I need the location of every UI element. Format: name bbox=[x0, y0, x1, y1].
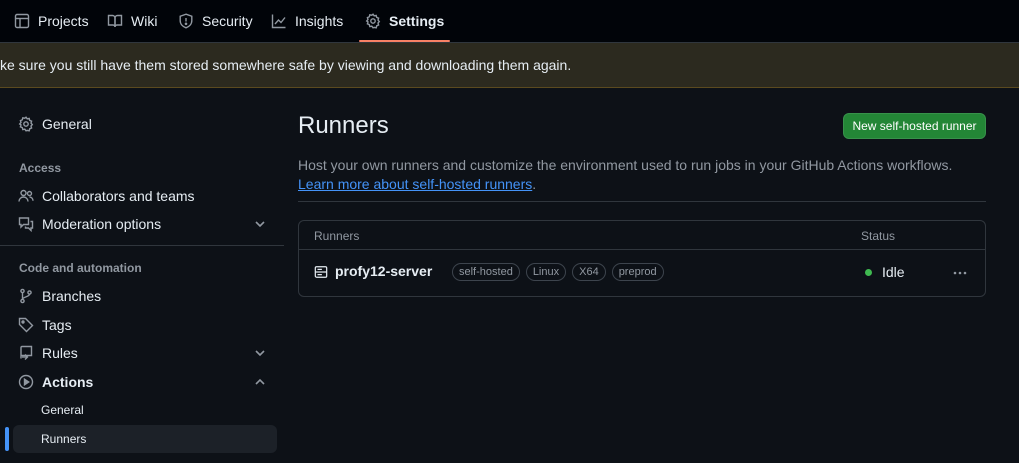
people-icon bbox=[18, 189, 34, 202]
tab-insights[interactable]: Insights bbox=[271, 0, 343, 42]
shield-icon bbox=[179, 13, 193, 29]
server-icon bbox=[314, 266, 328, 278]
runner-label: Linux bbox=[525, 263, 567, 281]
sidebar-item-branches-label: Branches bbox=[42, 288, 102, 304]
gear-icon bbox=[365, 13, 381, 29]
warning-banner: ke sure you still have them stored somew… bbox=[0, 43, 1019, 88]
tab-security[interactable]: Security bbox=[178, 0, 253, 42]
repo-push-icon bbox=[20, 345, 33, 360]
column-header-runners: Runners bbox=[314, 229, 360, 243]
section-divider bbox=[298, 201, 986, 202]
learn-more-link[interactable]: Learn more about self-hosted runners bbox=[298, 176, 532, 192]
tab-security-label: Security bbox=[202, 13, 253, 29]
page-description: Host your own runners and customize the … bbox=[298, 156, 986, 194]
tab-settings[interactable]: Settings bbox=[358, 0, 451, 42]
sidebar-item-general-label: General bbox=[42, 116, 92, 132]
settings-sidebar: General Access Collaborators and teams M… bbox=[0, 88, 284, 463]
tab-insights-label: Insights bbox=[295, 13, 344, 29]
sidebar-subitem-actions-runners-label: Runners bbox=[41, 432, 87, 446]
tab-wiki[interactable]: Wiki bbox=[107, 0, 157, 42]
repo-nav: Projects Wiki Security Insights Settings bbox=[0, 0, 1019, 43]
sidebar-item-actions-label: Actions bbox=[42, 374, 94, 390]
sidebar-item-moderation[interactable]: Moderation options bbox=[18, 210, 276, 238]
sidebar-item-collaborators[interactable]: Collaborators and teams bbox=[18, 182, 276, 210]
sidebar-item-tags[interactable]: Tags bbox=[18, 311, 276, 339]
sidebar-item-general[interactable]: General bbox=[18, 110, 276, 138]
play-icon bbox=[18, 374, 34, 390]
runner-labels: self-hosted Linux X64 preprod bbox=[452, 263, 664, 281]
runner-name-link[interactable]: profy12-server bbox=[335, 263, 432, 279]
graph-icon bbox=[271, 14, 286, 29]
tab-projects[interactable]: Projects bbox=[14, 0, 89, 42]
kebab-horizontal-icon bbox=[953, 271, 967, 275]
chevron-down-icon[interactable] bbox=[252, 216, 268, 232]
table-icon bbox=[14, 13, 30, 29]
runners-table-header: Runners Status bbox=[299, 221, 985, 250]
page-title: Runners bbox=[298, 112, 389, 139]
sidebar-heading-access: Access bbox=[19, 161, 62, 175]
description-text: Host your own runners and customize the … bbox=[298, 157, 953, 173]
gear-icon bbox=[18, 116, 34, 132]
new-self-hosted-runner-button[interactable]: New self-hosted runner bbox=[843, 113, 986, 139]
sidebar-subitem-actions-general-label: General bbox=[41, 403, 84, 417]
book-icon bbox=[107, 14, 123, 28]
runners-table: Runners Status profy12-server self-hoste… bbox=[298, 220, 986, 297]
warning-banner-text: ke sure you still have them stored somew… bbox=[0, 57, 572, 73]
sidebar-heading-code-automation: Code and automation bbox=[19, 261, 142, 275]
sidebar-subitem-actions-runners[interactable]: Runners bbox=[13, 425, 277, 453]
sidebar-item-actions[interactable]: Actions bbox=[18, 368, 276, 396]
sidebar-item-branches[interactable]: Branches bbox=[18, 282, 276, 310]
description-end: . bbox=[532, 176, 537, 192]
tag-icon bbox=[18, 317, 34, 333]
runner-menu-button[interactable] bbox=[949, 263, 971, 283]
comment-discussion-icon bbox=[18, 217, 34, 232]
runner-label: X64 bbox=[572, 263, 606, 281]
sidebar-subitem-actions-general[interactable]: General bbox=[13, 396, 277, 424]
tab-wiki-label: Wiki bbox=[131, 13, 158, 29]
sidebar-item-rules-label: Rules bbox=[42, 345, 78, 361]
git-branch-icon bbox=[20, 288, 32, 304]
runner-label: preprod bbox=[611, 263, 664, 281]
chevron-down-icon[interactable] bbox=[252, 345, 268, 361]
table-row: profy12-server self-hosted Linux X64 pre… bbox=[299, 250, 985, 296]
selected-indicator bbox=[5, 427, 9, 451]
sidebar-divider bbox=[0, 245, 284, 246]
column-header-status: Status bbox=[861, 229, 896, 243]
sidebar-item-tags-label: Tags bbox=[42, 317, 72, 333]
runner-status: Idle bbox=[882, 264, 905, 280]
sidebar-item-rules[interactable]: Rules bbox=[18, 339, 276, 367]
tab-projects-label: Projects bbox=[38, 13, 89, 29]
chevron-up-icon[interactable] bbox=[252, 374, 268, 390]
tab-settings-label: Settings bbox=[389, 13, 445, 29]
runner-label: self-hosted bbox=[452, 263, 520, 281]
sidebar-item-collaborators-label: Collaborators and teams bbox=[42, 188, 195, 204]
sidebar-item-moderation-label: Moderation options bbox=[42, 216, 162, 232]
status-dot-icon bbox=[865, 269, 872, 276]
